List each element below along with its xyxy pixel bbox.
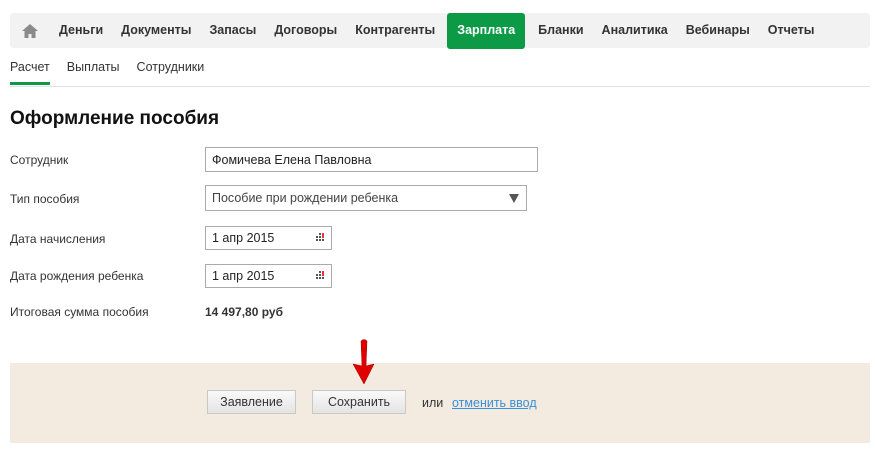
nav-inventory[interactable]: Запасы <box>200 13 265 48</box>
calendar-icon[interactable] <box>315 271 325 280</box>
main-nav: Деньги Документы Запасы Договоры Контраг… <box>10 12 870 49</box>
nav-forms[interactable]: Бланки <box>529 13 592 48</box>
nav-money[interactable]: Деньги <box>50 13 112 48</box>
employee-input[interactable]: Фомичева Елена Павловна <box>205 147 538 172</box>
benefit-type-select[interactable]: Пособие при рождении ребенка <box>205 185 527 211</box>
tab-calculation[interactable]: Расчет <box>10 60 50 85</box>
accrual-date-value: 1 апр 2015 <box>212 231 275 245</box>
birth-date-label: Дата рождения ребенка <box>10 269 144 283</box>
nav-reports[interactable]: Отчеты <box>759 13 824 48</box>
calendar-icon[interactable] <box>315 233 325 242</box>
page-title: Оформление пособия <box>10 108 220 129</box>
nav-documents[interactable]: Документы <box>112 13 200 48</box>
benefit-type-label: Тип пособия <box>10 192 80 206</box>
birth-date-value: 1 апр 2015 <box>212 269 275 283</box>
statement-button[interactable]: Заявление <box>207 390 296 414</box>
nav-contracts[interactable]: Договоры <box>265 13 346 48</box>
chevron-down-icon <box>509 194 519 203</box>
cancel-link[interactable]: отменить ввод <box>452 396 537 410</box>
nav-salary[interactable]: Зарплата <box>447 12 526 49</box>
accrual-date-label: Дата начисления <box>10 232 106 246</box>
total-value: 14 497,80 руб <box>205 305 283 319</box>
employee-label: Сотрудник <box>10 153 69 167</box>
home-icon[interactable] <box>10 13 50 48</box>
nav-webinars[interactable]: Вебинары <box>677 13 759 48</box>
tab-payments[interactable]: Выплаты <box>67 60 120 85</box>
birth-date-input[interactable]: 1 апр 2015 <box>205 264 332 288</box>
subtabs: Расчет Выплаты Сотрудники <box>10 60 221 85</box>
nav-analytics[interactable]: Аналитика <box>593 13 677 48</box>
tab-employees[interactable]: Сотрудники <box>137 60 205 85</box>
accrual-date-input[interactable]: 1 апр 2015 <box>205 226 332 250</box>
divider <box>10 86 870 87</box>
nav-contractors[interactable]: Контрагенты <box>346 13 444 48</box>
or-text: или <box>422 396 444 410</box>
arrow-down-icon <box>352 339 375 385</box>
benefit-type-value: Пособие при рождении ребенка <box>212 191 399 205</box>
total-label: Итоговая сумма пособия <box>10 305 149 319</box>
save-button[interactable]: Сохранить <box>312 390 406 414</box>
